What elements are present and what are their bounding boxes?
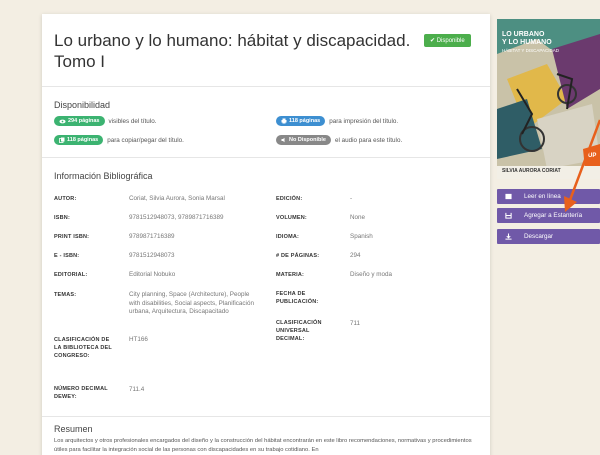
shelf-icon — [505, 212, 512, 219]
value-editorial: Editorial Nobuko — [129, 271, 176, 278]
value-print-isbn: 9789871716389 — [129, 233, 175, 240]
value-dewey: 711.4 — [129, 386, 145, 393]
availability-print: 118 páginas para impresión del título. — [276, 116, 398, 126]
printer-icon — [281, 118, 287, 124]
divider — [42, 416, 490, 417]
divider — [42, 157, 490, 158]
download-button[interactable]: Descargar — [497, 229, 600, 244]
divider — [42, 86, 490, 87]
label-fecha: FECHA DE PUBLICACIÓN: — [276, 291, 319, 305]
label-editorial: EDITORIAL: — [54, 272, 88, 278]
view-pages-text: visibles del título. — [108, 117, 157, 125]
audio-badge: No Disponible — [276, 135, 331, 145]
value-e-isbn: 9781512948073 — [129, 252, 175, 259]
value-materia: Diseño y moda — [350, 271, 392, 278]
label-paginas: # DE PÁGINAS: — [276, 253, 320, 259]
value-idioma: Spanish — [350, 233, 373, 240]
download-label: Descargar — [524, 233, 554, 240]
availability-heading: Disponibilidad — [54, 100, 111, 110]
value-isbn: 9781512948073, 9789871716389 — [129, 214, 224, 221]
value-temas: City planning, Space (Architecture), Peo… — [129, 291, 254, 315]
copy-pages-text: para copiar/pegar del título. — [107, 136, 184, 144]
value-clasif-univ: 711 — [350, 320, 361, 327]
label-idioma: IDIOMA: — [276, 234, 300, 240]
label-volumen: VOLUMEN: — [276, 215, 307, 221]
label-materia: MATERIA: — [276, 272, 305, 278]
value-paginas: 294 — [350, 252, 361, 259]
audio-status: No Disponible — [289, 137, 326, 143]
copy-icon — [59, 137, 65, 143]
value-clasif-lc: HT166 — [129, 336, 148, 343]
label-autor: AUTOR: — [54, 196, 77, 202]
value-volumen: None — [350, 214, 366, 221]
biblio-heading: Información Bibliográfica — [54, 171, 153, 181]
label-dewey: NÚMERO DECIMAL DEWEY: — [54, 386, 108, 400]
speaker-icon — [281, 137, 285, 143]
label-clasif-univ: CLASIFICACIÓN UNIVERSAL DECIMAL: — [276, 320, 322, 342]
eye-icon — [59, 119, 66, 123]
copy-pages-badge: 118 páginas — [54, 135, 104, 145]
print-pages-badge: 118 páginas — [276, 116, 326, 126]
title-block: Lo urbano y lo humano: hábitat y discapa… — [54, 30, 414, 72]
value-edicion: - — [350, 195, 353, 202]
label-print-isbn: PRINT ISBN: — [54, 234, 90, 240]
label-e-isbn: E - ISBN: — [54, 253, 80, 259]
status-badge: ✔ Disponible — [424, 34, 471, 47]
page-title: Lo urbano y lo humano: hábitat y discapa… — [54, 31, 411, 71]
summary-text: Los arquitectos y otros profesionales en… — [54, 438, 472, 453]
audio-text: el audio para este título. — [334, 136, 403, 144]
pointer-arrow-icon — [564, 119, 600, 212]
print-pages-text: para impresión del título. — [329, 117, 399, 125]
print-pages-count: 118 páginas — [289, 118, 321, 124]
view-pages-badge: 294 páginas — [54, 116, 105, 126]
label-temas: TEMAS: — [54, 292, 77, 298]
value-autor: Coriat, Silvia Aurora, Sonia Marsal — [129, 195, 225, 202]
availability-audio: No Disponible el audio para este título. — [276, 135, 402, 145]
summary-heading: Resumen — [54, 424, 93, 434]
view-pages-count: 294 páginas — [68, 118, 100, 124]
book-open-icon — [505, 193, 512, 200]
label-clasif-lc: CLASIFICACIÓN DE LA BIBLIOTECA DEL CONGR… — [54, 337, 112, 359]
book-detail-card: Lo urbano y lo humano: hábitat y discapa… — [42, 14, 490, 455]
availability-copy: 118 páginas para copiar/pegar del título… — [54, 135, 184, 145]
label-edicion: EDICIÓN: — [276, 196, 303, 202]
download-icon — [505, 233, 512, 240]
copy-pages-count: 118 páginas — [67, 137, 99, 143]
label-isbn: ISBN: — [54, 215, 70, 221]
availability-view: 294 páginas visibles del título. — [54, 116, 156, 126]
